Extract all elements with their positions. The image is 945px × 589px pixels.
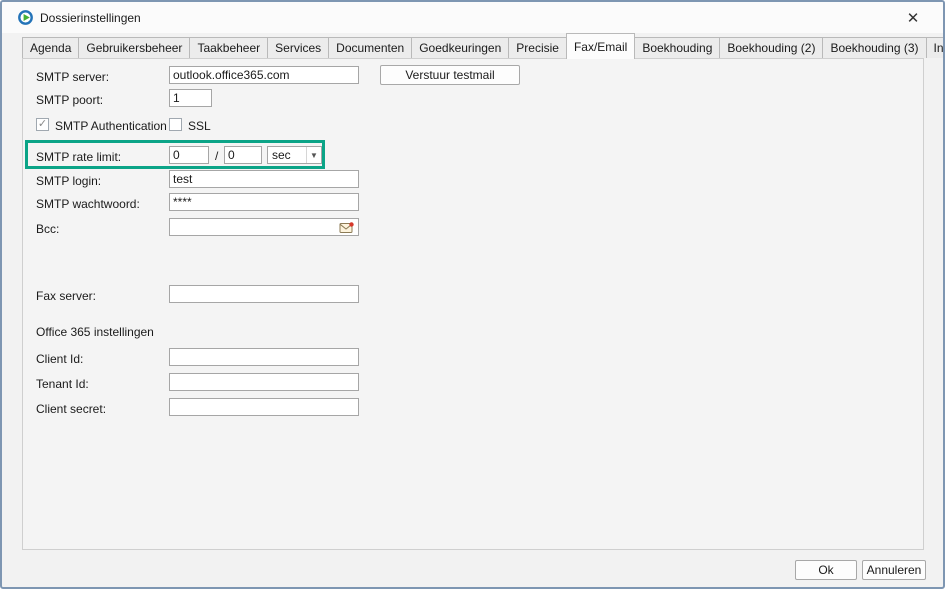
- fax-server-label: Fax server:: [36, 289, 96, 303]
- rate-limit-count-input[interactable]: [169, 146, 209, 164]
- smtp-poort-input[interactable]: [169, 89, 212, 107]
- tab-goedkeuringen[interactable]: Goedkeuringen: [411, 37, 509, 58]
- tabstrip: Agenda Gebruikersbeheer Taakbeheer Servi…: [22, 32, 924, 58]
- smtp-login-input[interactable]: [169, 170, 359, 188]
- client-secret-input[interactable]: [169, 398, 359, 416]
- client-secret-label: Client secret:: [36, 402, 106, 416]
- tenant-id-label: Tenant Id:: [36, 377, 89, 391]
- app-logo-icon: [18, 10, 33, 25]
- smtp-wachtwoord-label: SMTP wachtwoord:: [36, 197, 140, 211]
- tab-documenten[interactable]: Documenten: [328, 37, 412, 58]
- fax-email-tab-page: SMTP server: Verstuur testmail SMTP poor…: [22, 58, 924, 550]
- rate-limit-interval-input[interactable]: [224, 146, 262, 164]
- ssl-checkbox[interactable]: [169, 118, 182, 131]
- fax-server-input[interactable]: [169, 285, 359, 303]
- mail-contact-icon[interactable]: [338, 220, 356, 234]
- smtp-poort-label: SMTP poort:: [36, 93, 103, 107]
- smtp-server-input[interactable]: [169, 66, 359, 84]
- bcc-label: Bcc:: [36, 222, 59, 236]
- rate-limit-separator: /: [215, 149, 218, 163]
- tab-boekhouding-3[interactable]: Boekhouding (3): [822, 37, 926, 58]
- client-id-input[interactable]: [169, 348, 359, 366]
- client-id-label: Client Id:: [36, 352, 83, 366]
- rate-limit-unit-value: sec: [268, 148, 306, 162]
- verstuur-testmail-button[interactable]: Verstuur testmail: [380, 65, 520, 85]
- tab-taakbeheer[interactable]: Taakbeheer: [189, 37, 268, 58]
- dossierinstellingen-dialog: Dossierinstellingen ✕ Agenda Gebruikersb…: [0, 0, 945, 589]
- smtp-login-label: SMTP login:: [36, 174, 101, 188]
- smtp-wachtwoord-input[interactable]: [169, 193, 359, 211]
- chevron-down-icon: ▼: [306, 147, 321, 163]
- ssl-label: SSL: [188, 119, 211, 133]
- tab-precisie[interactable]: Precisie: [508, 37, 567, 58]
- titlebar: Dossierinstellingen ✕: [2, 2, 943, 33]
- bcc-input[interactable]: [169, 218, 359, 236]
- office365-section-heading: Office 365 instellingen: [36, 325, 154, 339]
- tab-fax-email[interactable]: Fax/Email: [566, 33, 635, 59]
- smtp-authentication-label: SMTP Authentication: [55, 119, 167, 133]
- tab-agenda[interactable]: Agenda: [22, 37, 79, 58]
- tab-intrastat[interactable]: Intrastat: [926, 37, 945, 58]
- tab-gebruikersbeheer[interactable]: Gebruikersbeheer: [78, 37, 190, 58]
- close-icon[interactable]: ✕: [901, 7, 925, 29]
- annuleren-button[interactable]: Annuleren: [862, 560, 926, 580]
- smtp-server-label: SMTP server:: [36, 70, 109, 84]
- ok-button[interactable]: Ok: [795, 560, 857, 580]
- smtp-rate-limit-label: SMTP rate limit:: [36, 150, 121, 164]
- rate-limit-unit-select[interactable]: sec ▼: [267, 146, 322, 164]
- window-title: Dossierinstellingen: [40, 11, 141, 25]
- tab-boekhouding[interactable]: Boekhouding: [634, 37, 720, 58]
- tenant-id-input[interactable]: [169, 373, 359, 391]
- tab-services[interactable]: Services: [267, 37, 329, 58]
- tab-boekhouding-2[interactable]: Boekhouding (2): [719, 37, 823, 58]
- smtp-authentication-checkbox[interactable]: [36, 118, 49, 131]
